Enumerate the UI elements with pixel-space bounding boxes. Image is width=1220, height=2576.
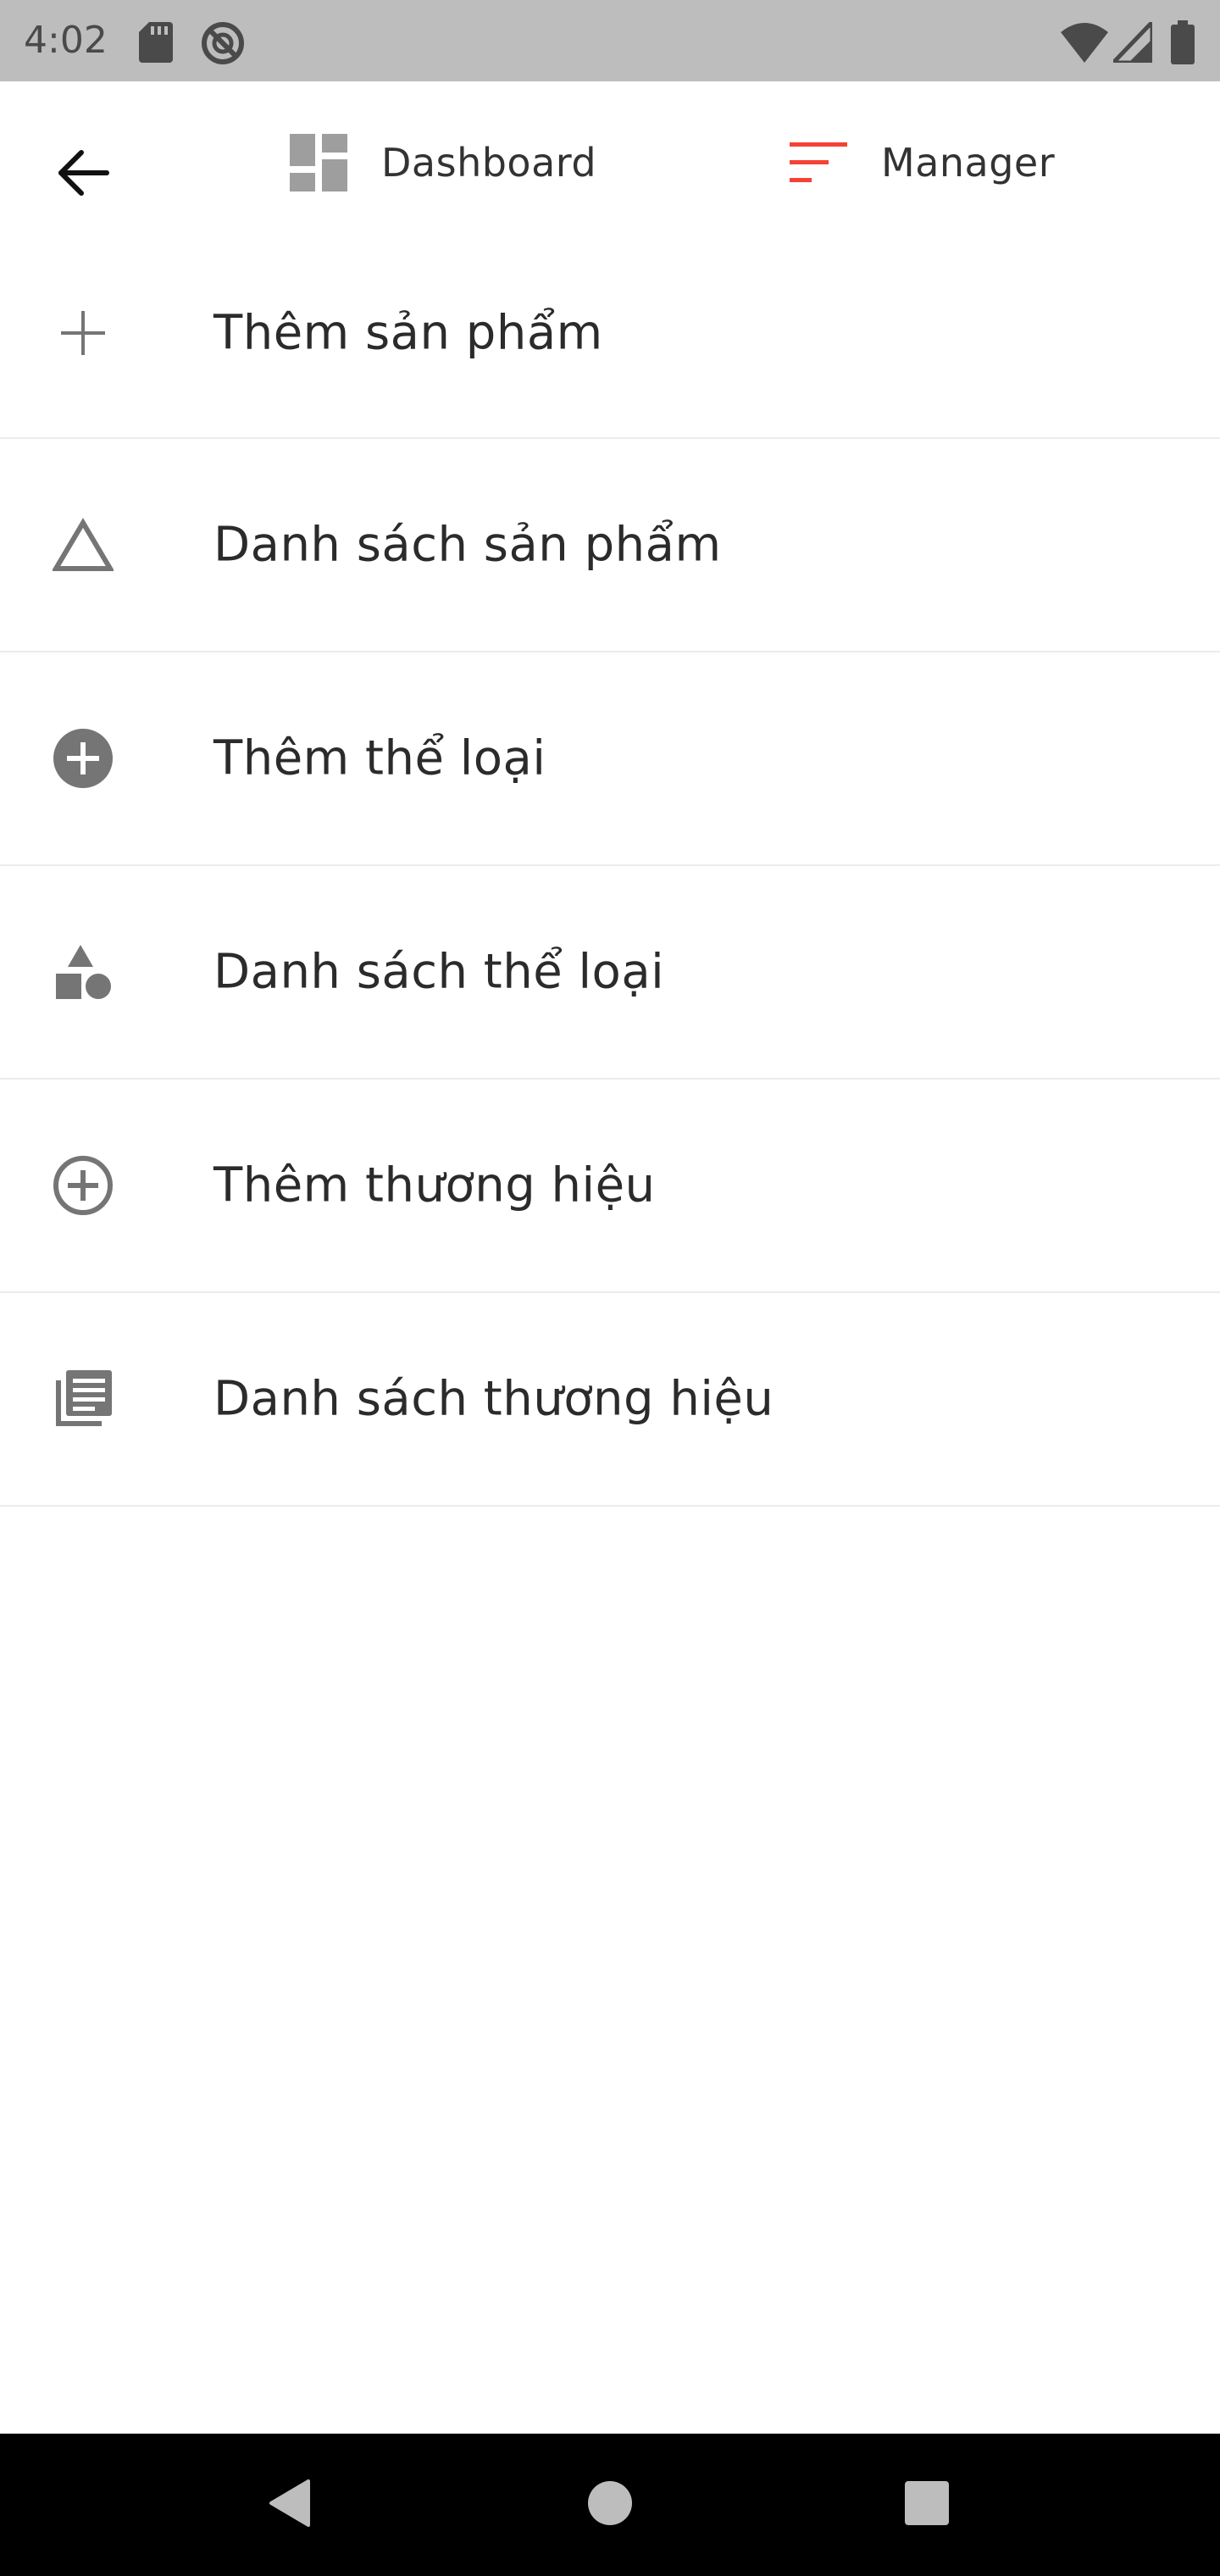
manager-menu: Thêm sản phẩm Danh sách sản phẩm Thêm th… xyxy=(0,229,1220,1507)
menu-item-danh-sach-thuong-hieu[interactable]: Danh sách thương hiệu xyxy=(0,1293,1220,1507)
menu-item-label: Thêm thương hiệu xyxy=(214,1158,656,1213)
nav-home-button[interactable] xyxy=(568,2462,652,2547)
add-circle-outline-icon xyxy=(47,1150,119,1221)
app-bar: Dashboard Manager xyxy=(0,81,1220,251)
menu-item-label: Danh sách sản phẩm xyxy=(214,517,722,573)
nav-recents-button[interactable] xyxy=(884,2462,969,2547)
tab-manager-label: Manager xyxy=(881,140,1056,186)
status-bar: 4:02 xyxy=(0,0,1220,81)
arrow-back-icon xyxy=(56,146,110,203)
library-books-icon xyxy=(47,1363,119,1435)
menu-item-label: Danh sách thể loại xyxy=(214,944,665,1000)
menu-item-them-thuong-hieu[interactable]: Thêm thương hiệu xyxy=(0,1080,1220,1293)
signal-icon xyxy=(1108,16,1155,65)
tab-dashboard[interactable]: Dashboard xyxy=(288,129,596,197)
dashboard-icon xyxy=(288,132,349,193)
menu-item-danh-sach-san-pham[interactable]: Danh sách sản phẩm xyxy=(0,439,1220,652)
recents-square-icon xyxy=(903,2479,951,2530)
wifi-icon xyxy=(1061,22,1108,63)
screen: 4:02 Dashboard Manager Thêm sản phẩm Dan… xyxy=(0,0,1220,2576)
navigation-bar xyxy=(0,2434,1220,2576)
menu-item-them-the-loai[interactable]: Thêm thể loại xyxy=(0,652,1220,866)
home-circle-icon xyxy=(586,2479,634,2530)
add-circle-filled-icon xyxy=(47,723,119,794)
tab-dashboard-label: Dashboard xyxy=(381,140,597,186)
tab-manager[interactable]: Manager xyxy=(788,129,1055,197)
triangle-outline-icon xyxy=(47,509,119,580)
menu-item-label: Thêm sản phẩm xyxy=(214,305,603,361)
menu-item-danh-sach-the-loai[interactable]: Danh sách thể loại xyxy=(0,866,1220,1080)
sd-card-icon xyxy=(139,22,173,63)
nav-back-button[interactable] xyxy=(247,2462,332,2547)
back-button[interactable] xyxy=(41,132,125,217)
menu-item-label: Thêm thể loại xyxy=(214,730,546,786)
category-shapes-icon xyxy=(47,936,119,1008)
sort-lines-icon xyxy=(788,132,849,193)
back-triangle-icon xyxy=(264,2478,315,2532)
battery-icon xyxy=(1171,20,1195,64)
sync-disabled-icon xyxy=(200,20,246,66)
plus-icon xyxy=(47,297,119,369)
status-time: 4:02 xyxy=(24,19,108,62)
menu-item-label: Danh sách thương hiệu xyxy=(214,1371,774,1427)
menu-item-them-san-pham[interactable]: Thêm sản phẩm xyxy=(0,229,1220,439)
